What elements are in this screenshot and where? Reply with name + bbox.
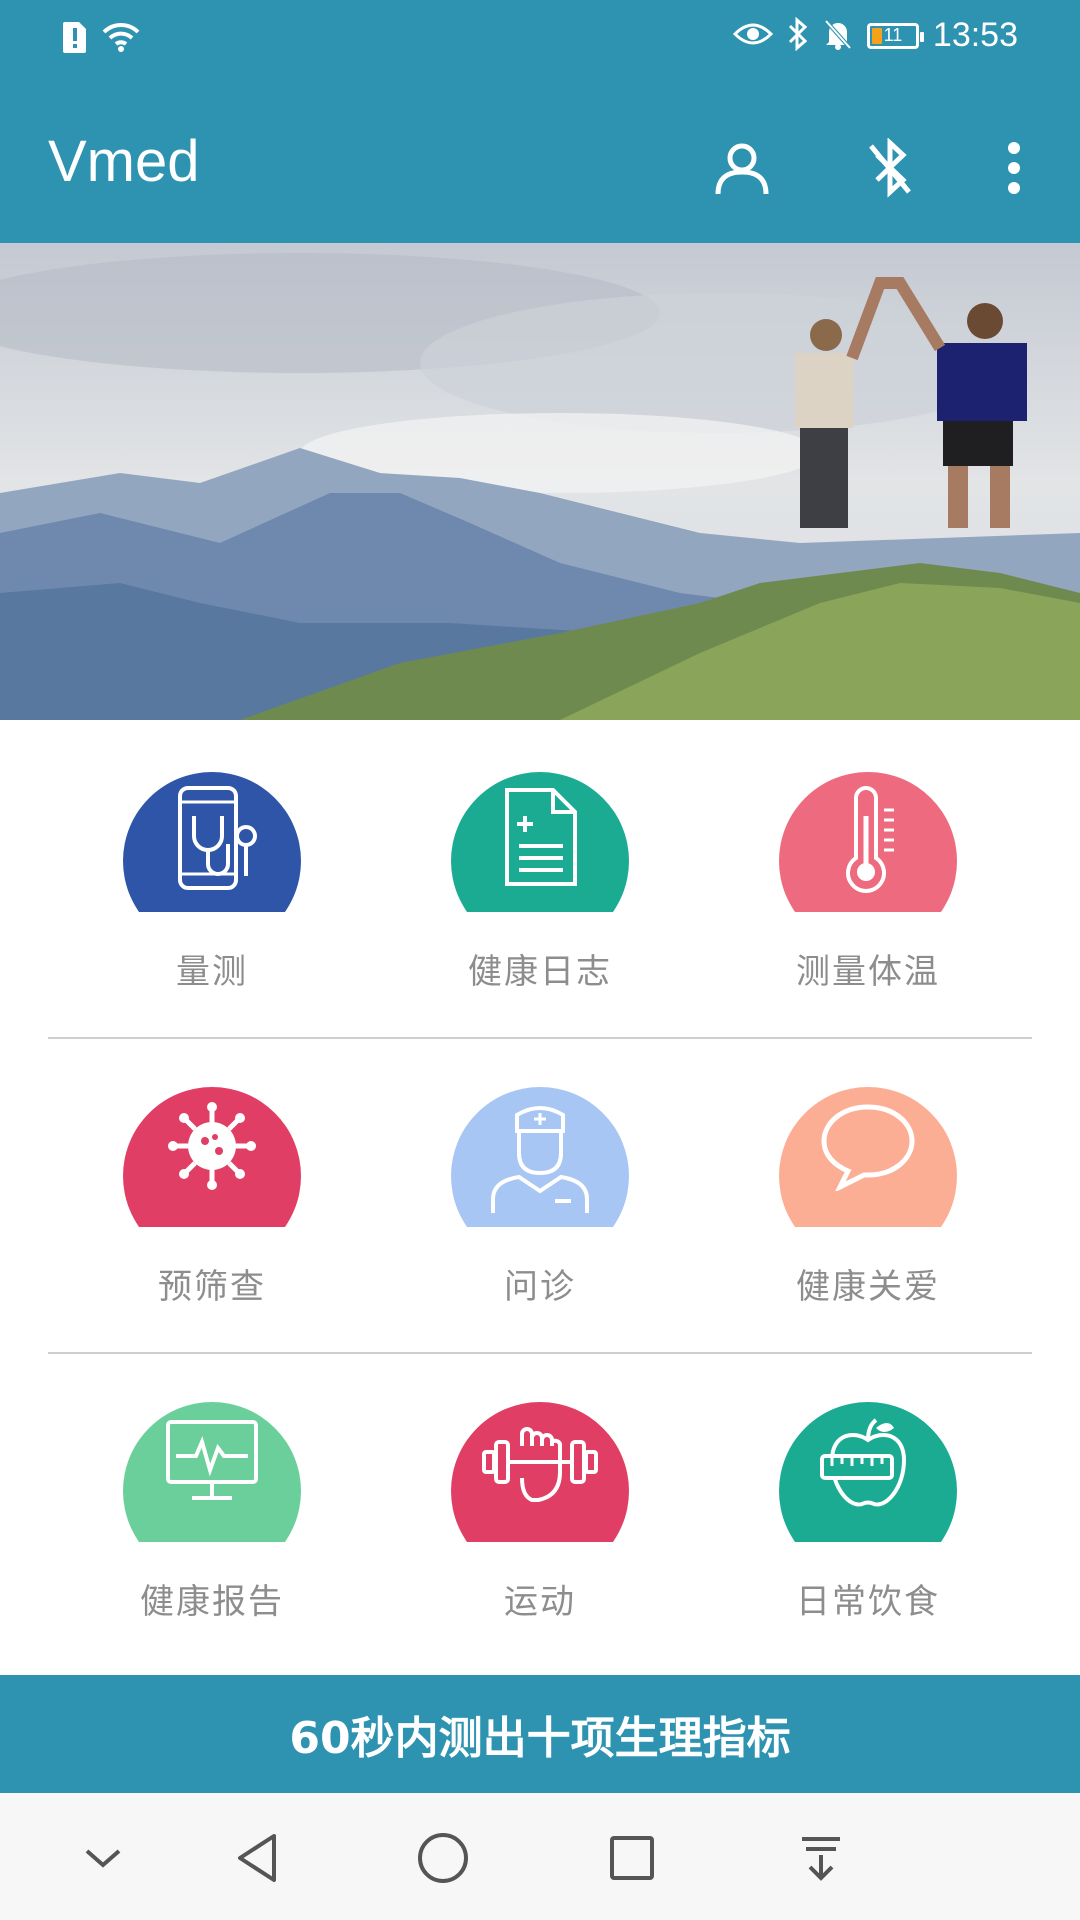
menu-icon-circle (451, 1402, 629, 1542)
menu-icon-circle (779, 772, 957, 912)
menu-label: 运动 (504, 1582, 576, 1622)
status-time: 13:53 (932, 16, 1018, 54)
mute-bell-icon (823, 18, 853, 54)
system-nav-bar (0, 1793, 1080, 1920)
menu-icon-circle (123, 772, 301, 912)
menu-row: 健康报告 运动 日常饮食 (0, 1350, 1080, 1665)
menu-label: 测量体温 (796, 952, 940, 992)
collapse-icon (85, 1849, 121, 1868)
doctor-icon (491, 1106, 589, 1213)
status-bar: 11 13:53 (0, 0, 1080, 78)
menu-label: 健康报告 (140, 1582, 284, 1622)
phone-stethoscope-icon (178, 786, 257, 890)
more-vert-icon (1008, 142, 1020, 194)
recents-icon (610, 1836, 654, 1880)
bluetooth-off-button[interactable] (850, 128, 930, 208)
menu-item-consult[interactable]: 问诊 (360, 1087, 720, 1308)
thermometer-icon (846, 786, 894, 893)
bluetooth-off-icon (869, 138, 911, 198)
apple-tape-icon (820, 1418, 907, 1507)
menu-label: 量测 (176, 952, 248, 992)
menu-item-health-care[interactable]: 健康关爱 (688, 1087, 1048, 1308)
eye-icon (732, 20, 774, 52)
menu-item-health-log[interactable]: 健康日志 (360, 772, 720, 993)
alert-sim-icon (62, 20, 88, 58)
monitor-pulse-icon (166, 1420, 258, 1500)
back-button[interactable] (222, 1823, 292, 1893)
wifi-icon (102, 21, 140, 57)
menu-item-measure[interactable]: 量测 (32, 772, 392, 993)
menu-label: 健康日志 (468, 952, 612, 992)
menu-icon-circle (451, 772, 629, 912)
back-icon (238, 1834, 276, 1882)
app-bar: Vmed (0, 78, 1080, 243)
menu-icon-circle (123, 1087, 301, 1227)
profile-button[interactable] (702, 128, 782, 208)
menu-label: 日常饮食 (796, 1582, 940, 1622)
menu-label: 健康关爱 (796, 1267, 940, 1307)
profile-icon (715, 143, 769, 195)
menu-item-exercise[interactable]: 运动 (360, 1402, 720, 1623)
dumbbell-icon (482, 1427, 598, 1502)
menu-row: 量测 健康日志 测量体温 (0, 720, 1080, 1035)
virus-icon (168, 1102, 256, 1190)
home-button[interactable] (408, 1823, 478, 1893)
battery-icon: 11 (866, 22, 924, 49)
measure-cta-button[interactable]: 60秒内测出十项生理指标 (0, 1675, 1080, 1793)
battery-level: 11 (883, 25, 903, 45)
menu-row: 预筛查 问诊 健康关爱 (0, 1035, 1080, 1350)
hero-banner (0, 243, 1080, 720)
app-title: Vmed (48, 129, 200, 194)
menu-item-health-report[interactable]: 健康报告 (32, 1402, 392, 1623)
recents-button[interactable] (597, 1823, 667, 1893)
notifications-pull-icon (802, 1837, 840, 1881)
notifications-pull-button[interactable] (786, 1823, 856, 1893)
collapse-button[interactable] (68, 1823, 138, 1893)
menu-icon-circle (451, 1087, 629, 1227)
more-options-button[interactable] (974, 128, 1054, 208)
menu-icon-circle (123, 1402, 301, 1542)
menu-grid: 量测 健康日志 测量体温 预筛查 问诊 健康关爱 健康报告 运动 日常饮食 (0, 720, 1080, 1665)
menu-item-prescreen[interactable]: 预筛查 (32, 1087, 392, 1308)
home-icon (418, 1833, 468, 1883)
menu-item-diet[interactable]: 日常饮食 (688, 1402, 1048, 1623)
menu-item-temperature[interactable]: 测量体温 (688, 772, 1048, 993)
menu-icon-circle (779, 1402, 957, 1542)
menu-label: 问诊 (504, 1267, 576, 1307)
chat-bubble-icon (821, 1104, 915, 1191)
menu-label: 预筛查 (158, 1267, 266, 1307)
menu-icon-circle (779, 1087, 957, 1227)
mountain-couple-photo (0, 243, 1080, 720)
document-icon (505, 788, 577, 886)
bluetooth-icon (787, 16, 809, 55)
